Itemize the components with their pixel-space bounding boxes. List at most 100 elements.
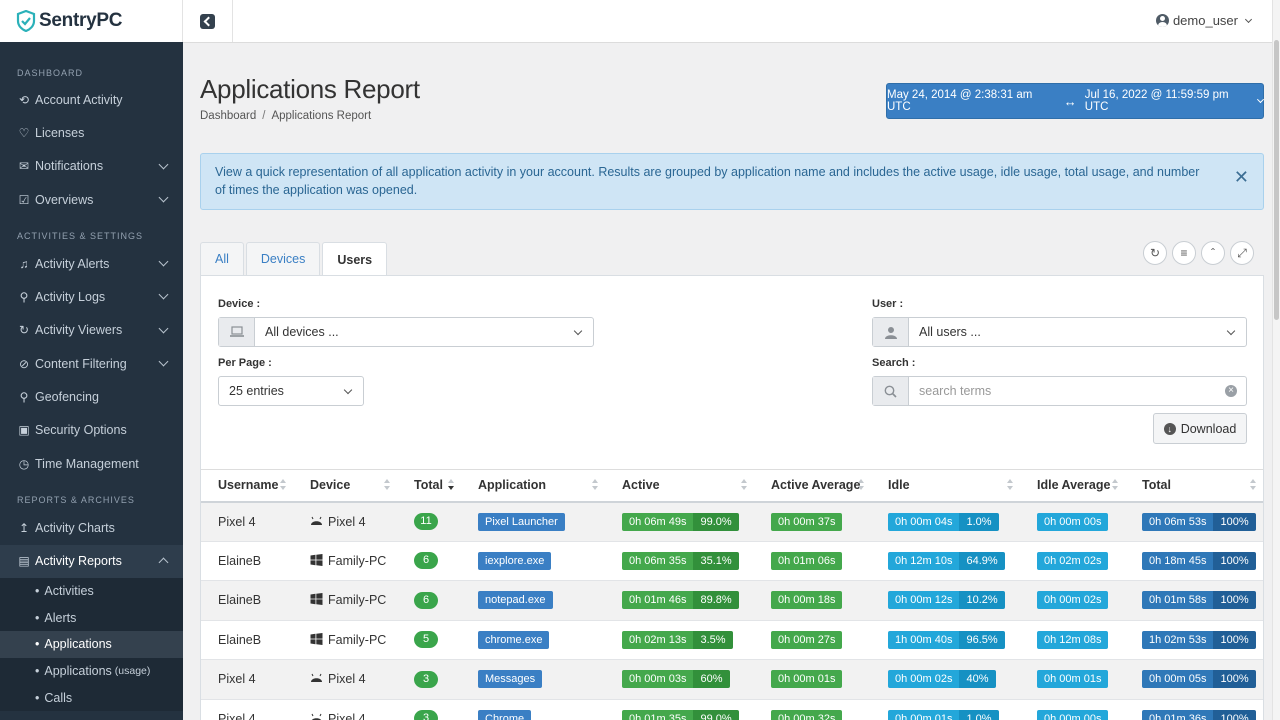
brand-name: SentryPC	[39, 10, 123, 31]
username-text: Pixel 4	[218, 672, 256, 687]
sidebar-subitem-applications-usage[interactable]: • Applications (usage)	[0, 658, 183, 685]
cell-application: Messages	[461, 659, 605, 700]
column-header-device[interactable]: Device	[293, 469, 397, 503]
sidebar-item-geofencing[interactable]: ⚲ Geofencing	[0, 380, 183, 413]
sidebar-item-account-activity[interactable]: ⟲ Account Activity	[0, 83, 183, 116]
expand-icon[interactable]: ⤢	[1230, 241, 1254, 265]
column-header-idle-average[interactable]: Idle Average	[1020, 469, 1125, 503]
sidebar-item-notifications[interactable]: ✉ Notifications	[0, 150, 183, 183]
sidebar-subitem-alerts[interactable]: • Alerts	[0, 604, 183, 631]
column-header-label: Username	[218, 478, 279, 493]
clear-search-icon[interactable]: ×	[1225, 385, 1237, 397]
cell-active-average: 0h 00m 37s	[754, 501, 871, 542]
application-label[interactable]: notepad.exe	[478, 591, 553, 610]
column-header-active[interactable]: Active	[605, 469, 754, 503]
user-filter-label: User :	[872, 298, 904, 310]
user-select[interactable]: All users ...	[872, 317, 1247, 347]
idle-badge: 0h 00m 04s 1.0%	[888, 512, 999, 531]
idle-average-badge: 0h 00m 00s	[1037, 709, 1109, 720]
download-button[interactable]: ↓ Download	[1153, 413, 1247, 444]
total-time-badge: 0h 18m 45s 100%	[1142, 551, 1256, 570]
cell-device: Pixel 4	[293, 501, 397, 542]
application-label[interactable]: chrome.exe	[478, 630, 550, 649]
table-row[interactable]: ElaineB Family-PC 6 iexplore.exe 0h 06m 35s 3…	[201, 541, 1263, 581]
cell-total-time: 0h 18m 45s 100%	[1125, 541, 1263, 581]
sidebar-subitem-applications[interactable]: • Applications	[0, 631, 183, 658]
bell-icon: ♫	[19, 256, 29, 271]
cell-total-time: 0h 01m 36s 100%	[1125, 699, 1263, 720]
table-row[interactable]: ElaineB Family-PC 6 notepad.exe 0h 01m 46s 89…	[201, 580, 1263, 621]
application-label[interactable]: Chrome	[478, 709, 532, 720]
cell-idle-average: 0h 00m 01s	[1020, 659, 1125, 700]
sidebar-item-activity-reports[interactable]: ▤ Activity Reports	[0, 544, 183, 578]
total-percent: 100%	[1213, 670, 1256, 689]
sidebar: SentryPC DASHBOARD ⟲ Account Activity ♡ Lic…	[0, 0, 183, 720]
chevron-up-icon[interactable]: ˆ	[1201, 241, 1225, 265]
table-row[interactable]: Pixel 4 Pixel 4 3 Chrome 0h 01m 35s 99.0% 0h 0…	[201, 699, 1263, 720]
sidebar-item-activity-viewers[interactable]: ↻ Activity Viewers	[0, 314, 183, 347]
application-label[interactable]: iexplore.exe	[478, 551, 552, 570]
tab-devices[interactable]: Devices	[245, 242, 321, 275]
scrollbar-thumb[interactable]	[1274, 40, 1279, 320]
cell-total-time: 0h 00m 05s 100%	[1125, 659, 1263, 700]
refresh-icon[interactable]: ↻	[1143, 241, 1167, 265]
sidebar-item-label: Security Options	[35, 423, 127, 438]
cell-active-average: 0h 00m 27s	[754, 620, 871, 660]
application-label[interactable]: Messages	[478, 670, 543, 689]
cell-device: Family-PC	[293, 620, 397, 660]
line-chart-icon: ↥	[18, 520, 30, 535]
tab-all[interactable]: All	[200, 242, 244, 275]
close-icon[interactable]: ✕	[1234, 168, 1249, 186]
sidebar-subitem-calls[interactable]: • Calls	[0, 684, 183, 711]
breadcrumb-dashboard[interactable]: Dashboard	[200, 110, 256, 122]
sidebar-item-activity-charts[interactable]: ↥ Activity Charts	[0, 511, 183, 544]
ban-icon: ⊘	[18, 356, 30, 371]
sidebar-subitem-activities[interactable]: • Activities	[0, 578, 183, 605]
active-time: 0h 06m 49s	[622, 512, 694, 531]
chevron-down-icon	[158, 356, 169, 367]
sort-icon	[1007, 479, 1014, 491]
perpage-select[interactable]: 25 entries	[218, 376, 364, 406]
total-time-badge: 1h 02m 53s 100%	[1142, 630, 1256, 649]
table-row[interactable]: ElaineB Family-PC 5 chrome.exe 0h 02m 13s 3.5…	[201, 620, 1263, 660]
table-row[interactable]: Pixel 4 Pixel 4 3 Messages 0h 00m 03s 60% 0h 0…	[201, 659, 1263, 700]
report-table: Username Device Total Application Active Acti…	[201, 469, 1263, 720]
total-badge: 6	[414, 591, 438, 609]
sidebar-item-activity-alerts[interactable]: ♫ Activity Alerts	[0, 247, 183, 280]
column-header-idle[interactable]: Idle	[871, 469, 1020, 503]
android-icon	[311, 713, 322, 720]
date-range-button[interactable]: May 24, 2014 @ 2:38:31 am UTC ↔ Jul 16, …	[886, 83, 1265, 119]
column-header-total[interactable]: Total	[397, 469, 461, 503]
active-average-badge: 0h 00m 32s	[771, 709, 843, 720]
page-scrollbar[interactable]	[1272, 0, 1280, 720]
column-header-application[interactable]: Application	[461, 469, 605, 503]
table-row[interactable]: Pixel 4 Pixel 4 11 Pixel Launcher 0h 06m 49s…	[201, 501, 1263, 542]
application-label[interactable]: Pixel Launcher	[478, 512, 565, 531]
sidebar-item-label: Notifications	[35, 159, 104, 174]
cell-active: 0h 01m 46s 89.8%	[605, 580, 754, 621]
device-select[interactable]: All devices ...	[218, 317, 594, 347]
sidebar-item-label: Activity Reports	[35, 554, 122, 569]
sidebar-item-licenses[interactable]: ♡ Licenses	[0, 116, 183, 149]
brand-logo[interactable]: SentryPC	[0, 0, 183, 42]
android-icon	[311, 516, 322, 525]
user-menu[interactable]: demo_user	[1155, 13, 1253, 28]
cell-username: Pixel 4	[201, 659, 293, 700]
column-header-active-average[interactable]: Active Average	[754, 469, 871, 503]
sidebar-item-content-filtering[interactable]: ⊘ Content Filtering	[0, 347, 183, 380]
sidebar-item-label: Activity Alerts	[35, 256, 110, 271]
idle-time: 0h 00m 04s	[888, 512, 960, 531]
refresh-icon: ↻	[18, 323, 30, 338]
sidebar-item-activity-logs[interactable]: ⚲ Activity Logs	[0, 280, 183, 313]
sidebar-item-overviews[interactable]: ☑ Overviews	[0, 183, 183, 216]
settings-sliders-icon[interactable]: ≡	[1172, 241, 1196, 265]
active-time: 0h 00m 03s	[622, 670, 694, 689]
search-input[interactable]	[909, 384, 1225, 398]
envelope-icon: ✉	[18, 159, 30, 174]
sidebar-item-security-options[interactable]: ▣ Security Options	[0, 414, 183, 447]
column-header-total[interactable]: Total	[1125, 469, 1263, 503]
sidebar-item-time-management[interactable]: ◷ Time Management	[0, 447, 183, 480]
column-header-username[interactable]: Username	[201, 469, 293, 503]
sidebar-toggle-button[interactable]	[183, 0, 233, 42]
tab-users[interactable]: Users	[322, 242, 388, 276]
